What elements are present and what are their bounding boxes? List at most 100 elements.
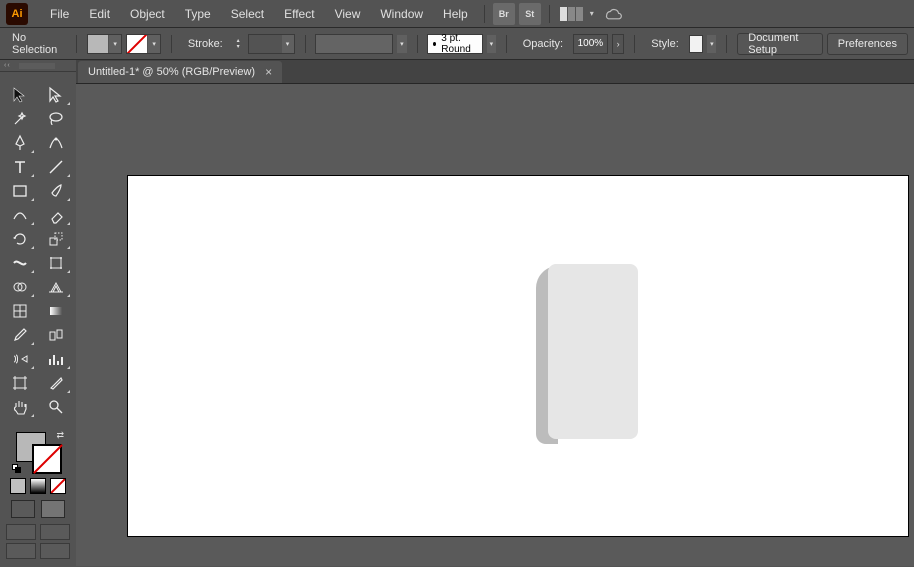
- control-bar: No Selection ▾ ▾ Stroke: ▴▾ ▾ ▾ 3 pt. Ro…: [0, 28, 914, 60]
- default-fill-stroke-icon[interactable]: [12, 464, 22, 474]
- screen-mode-cell[interactable]: [6, 543, 36, 559]
- no-stroke-icon: [127, 35, 147, 53]
- width-tool[interactable]: [5, 252, 35, 274]
- menu-edit[interactable]: Edit: [79, 3, 120, 25]
- fill-stroke-proxy[interactable]: ⇄: [12, 430, 64, 474]
- artboard-tool[interactable]: [5, 372, 35, 394]
- chevron-down-icon[interactable]: ▾: [109, 35, 121, 53]
- preferences-button[interactable]: Preferences: [827, 33, 908, 55]
- zoom-tool[interactable]: [41, 396, 71, 418]
- opacity-flyout[interactable]: ›: [612, 34, 625, 54]
- artboard[interactable]: [128, 176, 908, 536]
- color-mode-gradient[interactable]: [30, 478, 46, 494]
- canvas-area[interactable]: [76, 84, 914, 566]
- scale-tool[interactable]: [41, 228, 71, 250]
- screen-mode-cell[interactable]: [40, 543, 70, 559]
- style-label[interactable]: Style:: [645, 36, 685, 52]
- paintbrush-tool[interactable]: [41, 180, 71, 202]
- bridge-button[interactable]: Br: [493, 3, 515, 25]
- arrange-documents-icon[interactable]: [560, 7, 583, 21]
- chevron-down-icon[interactable]: ▾: [148, 35, 160, 53]
- screen-mode-block: [6, 524, 70, 567]
- menu-view[interactable]: View: [325, 3, 371, 25]
- magic-wand-tool[interactable]: [5, 108, 35, 130]
- blend-tool[interactable]: [41, 324, 71, 346]
- rectangle-tool[interactable]: [5, 180, 35, 202]
- curvature-tool[interactable]: [41, 132, 71, 154]
- variable-width-profile[interactable]: [315, 34, 393, 54]
- menu-object[interactable]: Object: [120, 3, 175, 25]
- app-logo: Ai: [6, 3, 28, 25]
- document-tab[interactable]: Untitled-1* @ 50% (RGB/Preview) ×: [78, 61, 282, 83]
- tool-panel-header[interactable]: ‹‹: [0, 60, 76, 72]
- type-tool[interactable]: [5, 156, 35, 178]
- mesh-tool[interactable]: [5, 300, 35, 322]
- divider: [506, 35, 507, 53]
- pen-tool[interactable]: [5, 132, 35, 154]
- document-setup-button[interactable]: Document Setup: [737, 33, 822, 55]
- color-mode-none[interactable]: [50, 478, 66, 494]
- menu-effect[interactable]: Effect: [274, 3, 324, 25]
- stroke-swatch[interactable]: ▾: [126, 34, 161, 54]
- draw-behind-icon[interactable]: [41, 500, 65, 518]
- slice-tool[interactable]: [41, 372, 71, 394]
- stroke-weight-field[interactable]: ▾: [248, 34, 295, 54]
- free-transform-tool[interactable]: [41, 252, 71, 274]
- eyedropper-tool[interactable]: [5, 324, 35, 346]
- brush-preset-label: 3 pt. Round: [441, 33, 479, 55]
- color-mode-solid[interactable]: [10, 478, 26, 494]
- menu-window[interactable]: Window: [370, 3, 433, 25]
- divider: [484, 5, 485, 23]
- stroke-weight-stepper[interactable]: ▴▾: [233, 34, 244, 54]
- divider: [305, 35, 306, 53]
- selection-status: No Selection: [6, 30, 66, 58]
- fill-color-icon: [88, 35, 108, 53]
- gradient-tool[interactable]: [41, 300, 71, 322]
- graphic-style-swatch[interactable]: [689, 35, 703, 53]
- artwork-shape[interactable]: [548, 264, 638, 439]
- document-tab-strip: Untitled-1* @ 50% (RGB/Preview) ×: [0, 60, 914, 84]
- draw-mode-row: [11, 500, 65, 518]
- menu-file[interactable]: File: [40, 3, 79, 25]
- divider: [76, 35, 77, 53]
- document-tab-label: Untitled-1* @ 50% (RGB/Preview): [88, 66, 255, 78]
- divider: [171, 35, 172, 53]
- direct-selection-tool[interactable]: [41, 84, 71, 106]
- fill-swatch[interactable]: ▾: [87, 34, 122, 54]
- grip-dots-icon: [19, 63, 55, 69]
- divider: [634, 35, 635, 53]
- perspective-grid-tool[interactable]: [41, 276, 71, 298]
- swap-fill-stroke-icon[interactable]: ⇄: [56, 430, 64, 441]
- close-tab-icon[interactable]: ×: [265, 65, 272, 79]
- stock-button[interactable]: St: [519, 3, 541, 25]
- rotate-tool[interactable]: [5, 228, 35, 250]
- hand-tool[interactable]: [5, 396, 35, 418]
- column-graph-tool[interactable]: [41, 348, 71, 370]
- menu-type[interactable]: Type: [175, 3, 221, 25]
- chevron-down-icon[interactable]: ▾: [487, 35, 496, 53]
- opacity-field[interactable]: 100%: [573, 34, 608, 54]
- divider: [417, 35, 418, 53]
- brush-dot-icon: [433, 42, 436, 46]
- lasso-tool[interactable]: [41, 108, 71, 130]
- selection-tool[interactable]: [5, 84, 35, 106]
- eraser-tool[interactable]: [41, 204, 71, 226]
- chevron-down-icon[interactable]: ▾: [590, 9, 594, 18]
- brush-definition[interactable]: 3 pt. Round: [427, 34, 482, 54]
- menu-select[interactable]: Select: [221, 3, 274, 25]
- shaper-tool[interactable]: [5, 204, 35, 226]
- stroke-proxy-icon[interactable]: [32, 444, 62, 474]
- symbol-sprayer-tool[interactable]: [5, 348, 35, 370]
- screen-mode-cell[interactable]: [40, 524, 70, 540]
- menu-help[interactable]: Help: [433, 3, 478, 25]
- draw-normal-icon[interactable]: [11, 500, 35, 518]
- line-segment-tool[interactable]: [41, 156, 71, 178]
- shape-builder-tool[interactable]: [5, 276, 35, 298]
- chevron-down-icon[interactable]: ▾: [397, 35, 406, 53]
- opacity-label[interactable]: Opacity:: [517, 36, 569, 52]
- chevron-down-icon[interactable]: ▾: [707, 35, 716, 53]
- color-mode-row: [10, 478, 66, 494]
- screen-mode-cell[interactable]: [6, 524, 36, 540]
- gpu-sync-icon[interactable]: [603, 6, 625, 22]
- stroke-label[interactable]: Stroke:: [182, 36, 229, 52]
